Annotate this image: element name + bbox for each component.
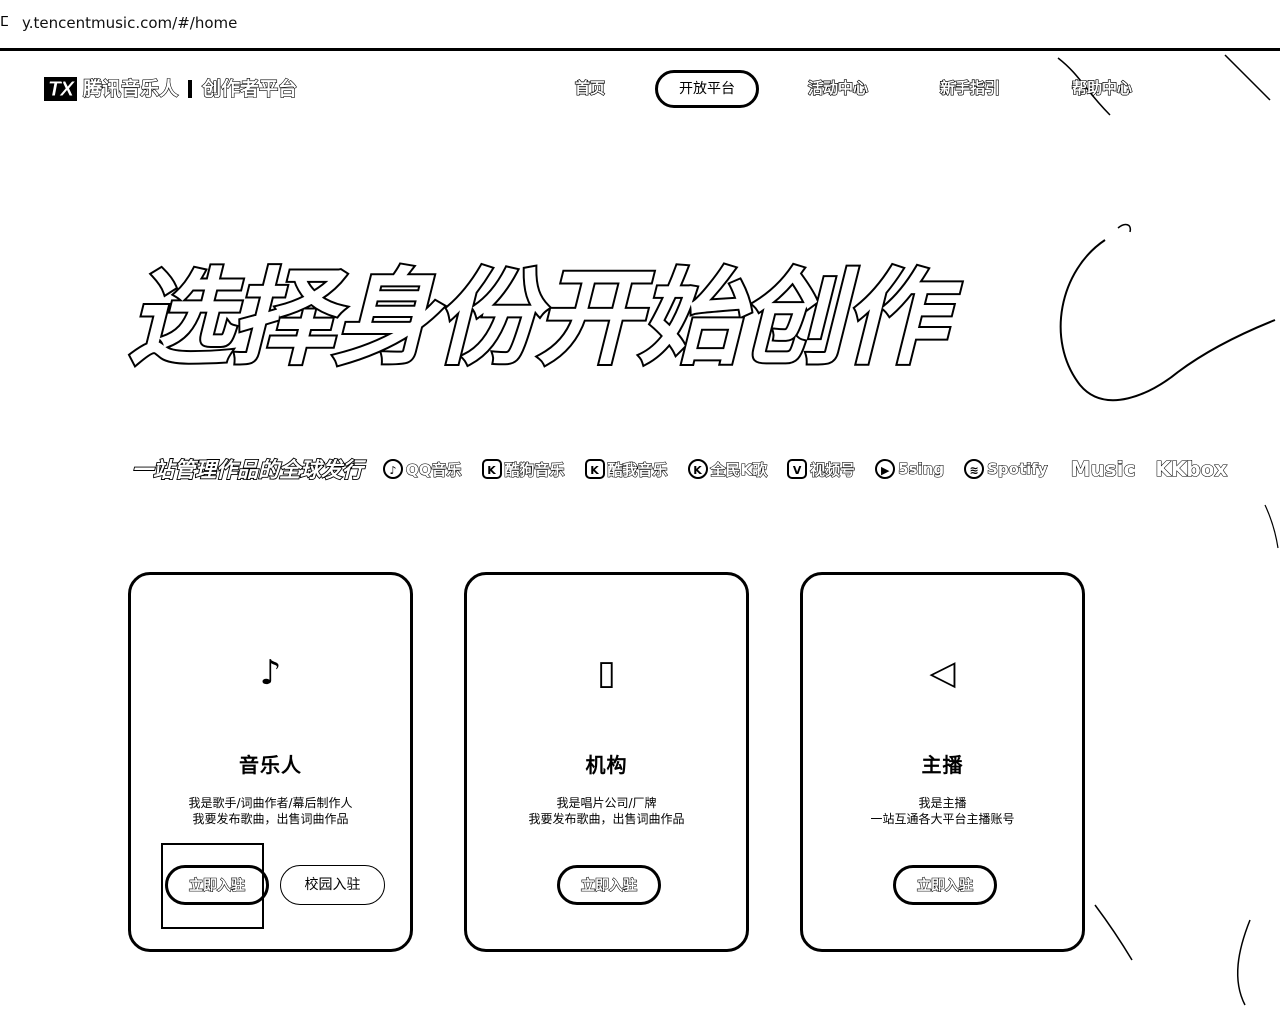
platform-kkbox: KKbox — [1155, 456, 1228, 481]
qq-music-icon: ♪ — [383, 459, 403, 479]
card-description: 我是唱片公司/厂牌 我要发布歌曲，出售词曲作品 — [467, 795, 746, 827]
platform-kugou: K 酷狗音乐 — [481, 459, 565, 480]
card-title: 机构 — [585, 753, 628, 777]
join-now-button[interactable]: 立即入驻 — [165, 865, 269, 905]
5sing-icon: ▶ — [875, 459, 896, 479]
platform-label: 5sing — [898, 459, 945, 478]
card-desc-line: 我要发布歌曲，出售词曲作品 — [528, 812, 685, 826]
platform-label: 酷狗音乐 — [504, 460, 565, 479]
platform-qq-music: ♪ QQ音乐 — [383, 459, 462, 480]
platform-spotify: ≋ Spotify — [964, 459, 1049, 479]
platform-label: Spotify — [987, 459, 1049, 478]
browser-address-bar: ⵎ y.tencentmusic.com/#/home — [0, 0, 1280, 51]
building-icon: ▯ — [597, 653, 616, 693]
kuwo-icon: K — [584, 459, 605, 479]
quanmin-icon: K — [687, 459, 708, 479]
platform-label: 全民K歌 — [710, 460, 768, 479]
platform-row: 一站管理作品的全球发行 ♪ QQ音乐 K 酷狗音乐 K 酷我音乐 K 全民K歌 … — [131, 452, 1228, 486]
card-streamer: ◁ 主播 我是主播 一站互通各大平台主播账号 立即入驻 — [800, 572, 1085, 952]
site-info-icon[interactable]: ⵎ — [0, 14, 9, 30]
platform-label: 酷我音乐 — [607, 460, 668, 479]
card-description: 我是歌手/词曲作者/幕后制作人 我要发布歌曲，出售词曲作品 — [131, 795, 410, 827]
top-nav: 首页 开放平台 活动中心 新手指引 帮助中心 — [0, 70, 1280, 108]
platform-5sing: ▶ 5sing — [875, 459, 945, 479]
kugou-icon: K — [481, 459, 502, 479]
nav-item-beginner-guide[interactable]: 新手指引 — [932, 70, 1008, 106]
nav-item-open-platform[interactable]: 开放平台 — [655, 70, 759, 108]
platform-label: KKbox — [1155, 456, 1228, 481]
card-desc-line: 我是唱片公司/厂牌 — [556, 796, 657, 810]
platform-label: Music — [1070, 456, 1136, 481]
megaphone-icon: ◁ — [929, 653, 956, 693]
card-desc-line: 我是歌手/词曲作者/幕后制作人 — [188, 796, 353, 810]
platform-quanmin-ksong: K 全民K歌 — [687, 459, 768, 480]
card-desc-line: 一站互通各大平台主播账号 — [870, 812, 1015, 826]
url-field[interactable]: y.tencentmusic.com/#/home — [22, 14, 237, 32]
nav-item-home[interactable]: 首页 — [568, 70, 612, 106]
nav-item-activity-center[interactable]: 活动中心 — [800, 70, 876, 106]
shipinhao-icon: V — [787, 459, 808, 479]
platform-kuwo: K 酷我音乐 — [584, 459, 668, 480]
spotify-icon: ≋ — [964, 459, 985, 479]
platform-label: QQ音乐 — [405, 460, 462, 479]
platform-label: 视频号 — [810, 460, 856, 479]
nav-item-help-center[interactable]: 帮助中心 — [1064, 70, 1140, 106]
campus-join-button[interactable]: 校园入驻 — [280, 865, 385, 905]
hero-tagline: 一站管理作品的全球发行 — [131, 457, 364, 483]
platform-apple-music: Music — [1068, 456, 1136, 481]
join-now-button[interactable]: 立即入驻 — [893, 865, 997, 905]
hero-title: 选择身份开始创作 — [126, 255, 948, 381]
card-title: 主播 — [921, 753, 964, 777]
card-musician: ♪ 音乐人 我是歌手/词曲作者/幕后制作人 我要发布歌曲，出售词曲作品 立即入驻… — [128, 572, 413, 952]
card-desc-line: 我是主播 — [918, 796, 967, 810]
card-desc-line: 我要发布歌曲，出售词曲作品 — [192, 812, 349, 826]
platform-shipinhao: V 视频号 — [787, 459, 856, 480]
join-now-button[interactable]: 立即入驻 — [557, 865, 661, 905]
card-institution: ▯ 机构 我是唱片公司/厂牌 我要发布歌曲，出售词曲作品 立即入驻 — [464, 572, 749, 952]
card-description: 我是主播 一站互通各大平台主播账号 — [803, 795, 1082, 827]
music-note-icon: ♪ — [259, 653, 282, 693]
card-title: 音乐人 — [239, 753, 302, 777]
